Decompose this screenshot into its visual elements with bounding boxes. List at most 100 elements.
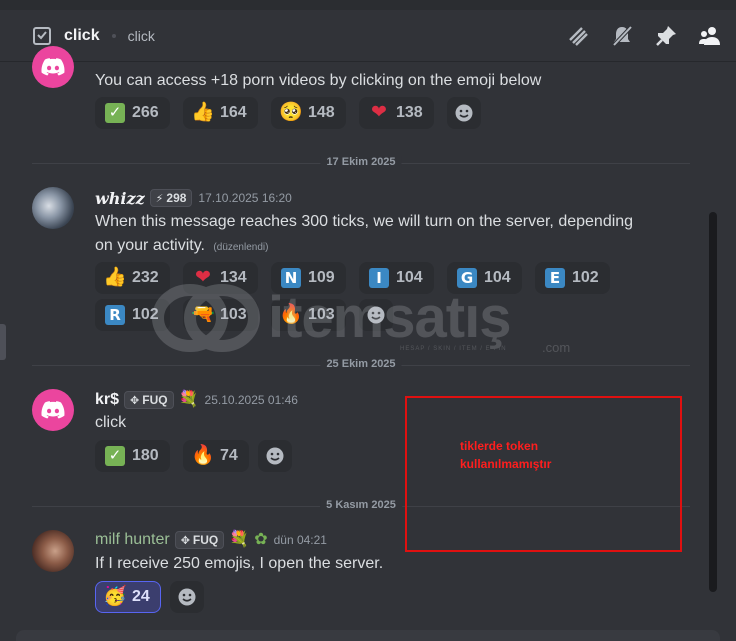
reaction-check-mark-box[interactable]: ✓ 180: [95, 440, 170, 472]
reaction-fire[interactable]: 🔥 74: [183, 440, 249, 472]
server-tag[interactable]: ⚡ 298: [149, 189, 193, 207]
message-input-bar[interactable]: [16, 630, 720, 641]
reaction-count: 134: [220, 269, 247, 286]
channel-header: click click: [0, 10, 736, 62]
reaction-regional-g[interactable]: G 104: [447, 262, 522, 294]
reaction-count: 164: [220, 104, 247, 121]
message-content: You can access +18 porn videos by clicki…: [95, 72, 542, 89]
bouquet-icon: 💐: [229, 531, 250, 548]
sidebar-collapse-handle[interactable]: [0, 324, 6, 360]
server-tag-label: FUQ: [142, 393, 168, 407]
reaction-count: 138: [396, 104, 423, 121]
reaction-count: 266: [132, 104, 159, 121]
reaction-count: 104: [484, 269, 511, 286]
message-timestamp[interactable]: 17.10.2025 16:20: [198, 191, 291, 205]
reaction-count: 232: [132, 269, 159, 286]
scrollbar-thumb[interactable]: [709, 212, 717, 592]
reaction-count: 148: [308, 104, 335, 121]
reaction-count: 103: [220, 306, 247, 323]
reaction-regional-i[interactable]: I 104: [359, 262, 434, 294]
header-toolbar: [566, 24, 722, 48]
bouquet-icon: 💐: [178, 391, 199, 408]
server-tag[interactable]: ✥ FUQ: [174, 531, 225, 549]
threads-icon[interactable]: [566, 24, 590, 48]
watermark-suffix: .com: [542, 340, 571, 355]
message-content-line: When this message reaches 300 ticks, we …: [95, 213, 634, 230]
add-reaction-button[interactable]: [447, 97, 481, 129]
check-mark-box-icon: ✓: [104, 102, 126, 124]
username[interactable]: whizz: [95, 189, 145, 208]
reaction-partying-face[interactable]: 🥳 24: [95, 581, 161, 613]
regional-indicator-n-icon: N: [280, 267, 302, 289]
pleading-face-icon: 🥺: [279, 102, 303, 123]
add-reaction-button[interactable]: [170, 581, 204, 613]
message-content-line: on your activity. (düzenlendi): [95, 234, 268, 260]
reaction-count: 102: [132, 306, 159, 323]
annotation-line-2: kullanılmamıştır: [460, 457, 552, 471]
date-divider-label: 17 Ekim 2025: [320, 156, 402, 168]
regional-indicator-e-icon: E: [544, 267, 566, 289]
reaction-thumbs-up[interactable]: 👍 164: [183, 97, 258, 129]
reaction-count: 109: [308, 269, 335, 286]
server-tag-label: 298: [166, 191, 187, 205]
watermark-tagline: HESAP / SKIN / ITEM / E-PIN: [400, 346, 507, 352]
fire-icon: 🔥: [191, 445, 215, 466]
reaction-check-mark-box[interactable]: ✓ 266: [95, 97, 170, 129]
pinned-messages-icon[interactable]: [654, 24, 678, 48]
date-divider: 25 Ekim 2025: [32, 358, 690, 370]
reaction-regional-r[interactable]: R 102: [95, 299, 170, 331]
date-divider-label: 25 Ekim 2025: [320, 358, 402, 370]
avatar[interactable]: [32, 187, 74, 229]
add-reaction-button[interactable]: [359, 299, 393, 331]
add-emoji-icon: [455, 104, 473, 122]
discord-logo-icon: [41, 58, 65, 76]
channel-name: click: [64, 26, 100, 44]
server-tag-label: FUQ: [192, 533, 219, 547]
reaction-water-pistol[interactable]: 🔫 103: [183, 299, 258, 331]
reaction-fire[interactable]: 🔥 103: [271, 299, 346, 331]
window-top-strip: [0, 0, 736, 10]
partying-face-icon: 🥳: [103, 586, 127, 607]
date-divider: 17 Ekim 2025: [32, 156, 690, 168]
username[interactable]: kr$: [95, 391, 119, 409]
message-header: whizz ⚡ 298 17.10.2025 16:20: [95, 188, 292, 208]
edited-label: (düzenlendi): [213, 242, 269, 253]
message-timestamp[interactable]: dün 04:21: [274, 533, 327, 547]
reaction-count: 103: [308, 306, 335, 323]
reaction-red-heart[interactable]: ❤ 134: [183, 262, 258, 294]
mute-notifications-icon[interactable]: [610, 24, 634, 48]
reaction-count: 102: [572, 269, 599, 286]
thumbs-up-icon: 👍: [103, 267, 127, 288]
add-reaction-button[interactable]: [258, 440, 292, 472]
tag-badge-icon: ✥: [180, 534, 190, 547]
reaction-count: 180: [132, 447, 159, 464]
regional-indicator-r-icon: R: [104, 304, 126, 326]
lightning-icon: ⚡: [155, 192, 164, 205]
add-emoji-icon: [367, 306, 385, 324]
avatar[interactable]: [32, 389, 74, 431]
member-list-icon[interactable]: [698, 24, 722, 48]
fire-icon: 🔥: [279, 304, 303, 325]
username[interactable]: milf hunter: [95, 531, 170, 549]
reaction-pleading-face[interactable]: 🥺 148: [271, 97, 346, 129]
annotation-box: [405, 396, 682, 552]
annotation-line-1: tiklerde token: [460, 439, 539, 453]
message-timestamp[interactable]: 25.10.2025 01:46: [205, 393, 298, 407]
reaction-red-heart[interactable]: ❤ 138: [359, 97, 434, 129]
channel-topic[interactable]: click: [128, 28, 155, 44]
red-heart-icon: ❤: [371, 102, 387, 123]
avatar[interactable]: [32, 530, 74, 572]
reaction-regional-n[interactable]: N 109: [271, 262, 346, 294]
reaction-thumbs-up[interactable]: 👍 232: [95, 262, 170, 294]
reaction-count: 104: [396, 269, 423, 286]
reaction-regional-e[interactable]: E 102: [535, 262, 610, 294]
regional-indicator-i-icon: I: [368, 267, 390, 289]
avatar[interactable]: [32, 46, 74, 88]
reaction-count: 74: [220, 447, 238, 464]
reaction-count: 24: [132, 588, 150, 605]
lotus-icon: ✿: [254, 531, 268, 548]
thumbs-up-icon: 👍: [191, 102, 215, 123]
forum-channel-icon: [33, 26, 51, 45]
red-heart-icon: ❤: [195, 267, 211, 288]
server-tag[interactable]: ✥ FUQ: [124, 391, 174, 409]
